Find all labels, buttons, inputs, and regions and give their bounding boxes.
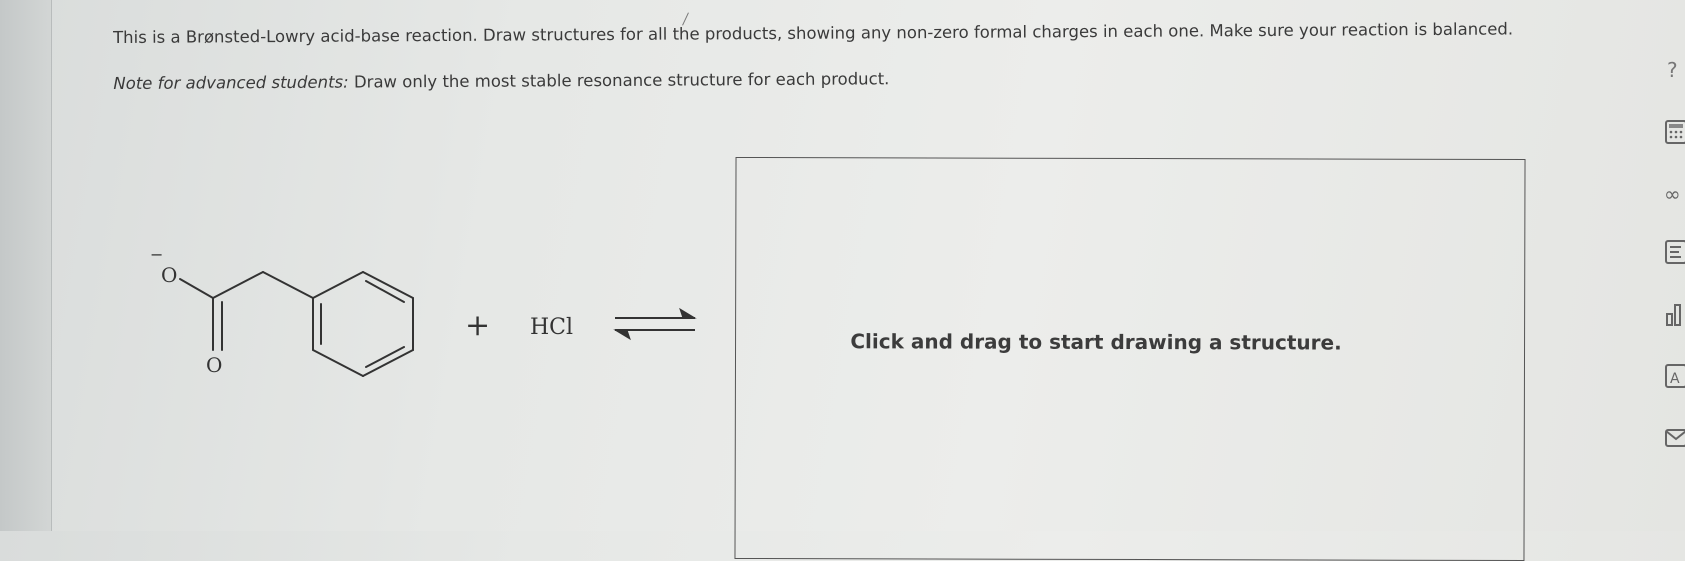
text-tool-icon[interactable]: A: [1661, 362, 1685, 390]
hcl-label: HCl: [530, 315, 573, 340]
chart-tool-icon[interactable]: [1661, 300, 1685, 328]
calculator-tool-icon[interactable]: [1661, 118, 1685, 146]
plus-sign: +: [465, 308, 490, 343]
bond-o-minus-c: [179, 278, 214, 299]
bond-ch2-ring: [262, 271, 314, 299]
equilibrium-arrows-icon: [613, 307, 697, 341]
left-panel-strip: [0, 0, 52, 531]
left-panel-edge: [51, 0, 52, 531]
ring-bond-1: [312, 271, 364, 299]
svg-text:A: A: [1670, 371, 1680, 387]
advanced-note: Note for advanced students: Draw only th…: [113, 63, 1593, 96]
mail-tool-icon[interactable]: [1661, 424, 1685, 452]
reference-tool-icon[interactable]: [1661, 238, 1685, 266]
oxygen-top-label: O: [161, 263, 177, 287]
reaction-svg: O − O + HCl: [150, 245, 697, 377]
oxygen-bottom-label: O: [206, 353, 222, 377]
instruction-text: This is a Brønsted-Lowry acid-base react…: [113, 19, 1514, 47]
charge-label: −: [150, 245, 163, 264]
structure-drawing-area[interactable]: Click and drag to start drawing a struct…: [734, 156, 1526, 561]
ring-bond-5: [312, 349, 364, 377]
advanced-note-text: Draw only the most stable resonance stru…: [353, 69, 890, 92]
right-toolbar: ? ∞ A: [1661, 0, 1685, 531]
question-instructions: This is a Brønsted-Lowry acid-base react…: [113, 17, 1593, 96]
reaction-equation: O − O + HCl: [110, 230, 710, 430]
help-tool-icon[interactable]: ?: [1661, 56, 1685, 84]
advanced-note-label: Note for advanced students:: [113, 72, 349, 93]
drawing-prompt: Click and drag to start drawing a struct…: [850, 329, 1342, 355]
bond-c-ch2: [212, 271, 264, 299]
ring-bond-4: [362, 349, 414, 377]
link-tool-icon[interactable]: ∞: [1661, 180, 1685, 208]
